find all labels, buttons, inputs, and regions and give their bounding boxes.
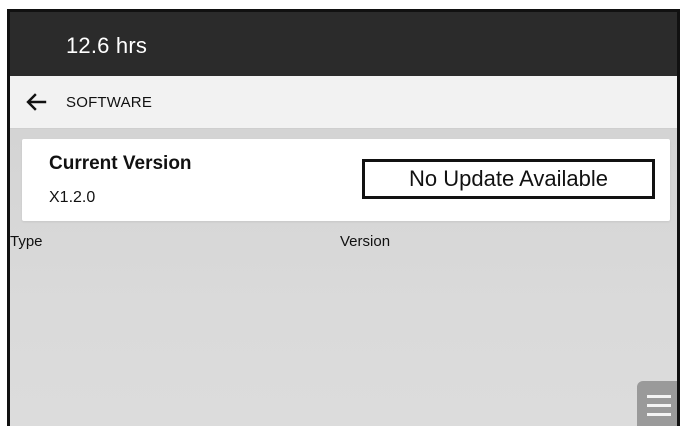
menu-button[interactable] xyxy=(637,381,677,426)
current-version-card: Current Version X1.2.0 No Update Availab… xyxy=(22,139,670,221)
column-header-type: Type xyxy=(10,233,43,250)
column-header-version: Version xyxy=(340,233,391,250)
navigation-bar: SOFTWARE xyxy=(10,76,677,129)
engine-hours: 12.6 hrs xyxy=(66,33,148,58)
current-version-label: Current Version xyxy=(49,153,192,174)
app-window: 12.6 hrs SOFTWARE Current Version X1.2.0… xyxy=(7,9,680,426)
page-title: SOFTWARE xyxy=(66,94,153,111)
software-content: Current Version X1.2.0 No Update Availab… xyxy=(10,129,677,426)
top-status-bar: 12.6 hrs xyxy=(10,12,677,76)
arrow-left-icon[interactable] xyxy=(24,90,48,114)
current-version-value: X1.2.0 xyxy=(49,189,96,206)
update-status-box: No Update Available xyxy=(362,159,655,199)
